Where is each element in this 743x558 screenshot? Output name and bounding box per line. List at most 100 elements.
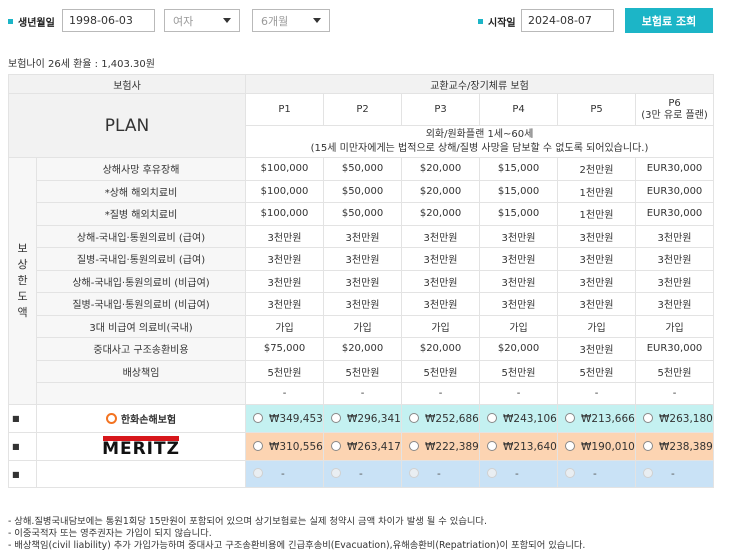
coverage-value: 가입 (323, 314, 403, 338)
coverage-value: $20,000 (401, 179, 481, 203)
coverage-value: $20,000 (401, 202, 481, 226)
insurer-row: ■ - - - - - - (8, 460, 715, 488)
premium-option[interactable]: - (635, 460, 715, 488)
radio-icon[interactable] (565, 440, 576, 451)
insurer-row: ■ 한화손해보험 ₩349,453 ₩296,341 ₩252,686 ₩243,106 ₩… (8, 404, 715, 433)
radio-icon[interactable] (643, 412, 654, 423)
coverage-value: $20,000 (401, 157, 481, 181)
gender-select[interactable]: 여자 (164, 9, 240, 32)
coverage-name: 3대 비급여 의료비(국내) (35, 314, 247, 338)
coverage-value: - (635, 382, 715, 405)
coverage-value: 3천만원 (635, 224, 715, 248)
radio-icon[interactable] (487, 440, 498, 451)
coverage-name: *상해 해외치료비 (35, 179, 247, 203)
coverage-value: $75,000 (245, 337, 325, 361)
insurer-marker: ■ (8, 460, 37, 488)
premium-option[interactable]: ₩349,453 (245, 404, 325, 433)
coverage-value: $20,000 (401, 337, 481, 361)
start-label: 시작일 (478, 14, 516, 29)
premium-option[interactable]: - (557, 460, 637, 488)
premium-value: ₩252,686 (425, 412, 479, 425)
coverage-value: 3천만원 (479, 224, 559, 248)
coverage-row: ------ (9, 382, 715, 405)
premium-value: - (593, 468, 597, 480)
coverage-value: 3천만원 (557, 224, 637, 248)
premium-value: ₩243,106 (503, 412, 557, 425)
birth-date-input[interactable]: 1998-06-03 (62, 9, 155, 32)
radio-icon[interactable] (331, 440, 342, 451)
premium-value: ₩213,640 (503, 440, 557, 453)
coverage-value: 3천만원 (635, 292, 715, 316)
premium-option[interactable]: ₩296,341 (323, 404, 403, 433)
coverage-value: $15,000 (479, 202, 559, 226)
radio-icon[interactable] (487, 468, 498, 478)
plan-header-p1: P1 (245, 93, 325, 126)
coverage-value: 3천만원 (323, 292, 403, 316)
premium-option[interactable]: ₩213,640 (479, 432, 559, 461)
premium-option[interactable]: - (479, 460, 559, 488)
premium-option[interactable]: ₩243,106 (479, 404, 559, 433)
radio-icon[interactable] (409, 440, 420, 451)
premium-option[interactable]: - (245, 460, 325, 488)
coverage-value: 3천만원 (323, 247, 403, 271)
radio-icon[interactable] (487, 412, 498, 423)
coverage-value: 3천만원 (401, 269, 481, 293)
chevron-down-icon (223, 18, 231, 23)
coverage-name: *질병 해외치료비 (35, 202, 247, 226)
premium-value: - (671, 468, 675, 480)
coverage-value: $15,000 (479, 157, 559, 181)
coverage-value: - (245, 382, 325, 405)
coverage-value: 3천만원 (635, 269, 715, 293)
coverage-value: EUR30,000 (635, 179, 715, 203)
coverage-value: 5천만원 (557, 359, 637, 383)
radio-icon[interactable] (643, 468, 654, 478)
coverage-value: 5천만원 (479, 359, 559, 383)
coverage-row: 3대 비급여 의료비(국내) 가입 가입 가입 가입 가입 가입 (9, 314, 715, 338)
footnote: - 배상책임(civil liability) 추가 가입가능하며 중대사고 구… (8, 540, 586, 552)
premium-option[interactable]: ₩263,417 (323, 432, 403, 461)
coverage-value: $100,000 (245, 157, 325, 181)
premium-value: ₩349,453 (269, 412, 323, 425)
radio-icon[interactable] (409, 468, 420, 478)
radio-icon[interactable] (331, 468, 342, 478)
premium-option[interactable]: ₩310,556 (245, 432, 325, 461)
premium-option[interactable]: ₩190,010 (557, 432, 637, 461)
coverage-value: EUR30,000 (635, 157, 715, 181)
premium-option[interactable]: ₩238,389 (635, 432, 715, 461)
coverage-value: - (323, 382, 403, 405)
insurer-row: ■ MERITZ ₩310,556 ₩263,417 ₩222,389 ₩213,640 ₩… (8, 432, 715, 461)
coverage-value: 5천만원 (401, 359, 481, 383)
coverage-name: 질병-국내입·통원의료비 (비급여) (35, 292, 247, 316)
premium-option[interactable]: ₩252,686 (401, 404, 481, 433)
premium-option[interactable]: - (323, 460, 403, 488)
plan-header-p5: P5 (557, 93, 637, 126)
start-date-input[interactable]: 2024-08-07 (521, 9, 614, 32)
bullet-square-icon (478, 19, 483, 24)
radio-icon[interactable] (565, 468, 576, 478)
plan-header-p4: P4 (479, 93, 559, 126)
footnotes: - 상해.질병국내담보에는 통원1회당 15만원이 포함되어 있으며 상기보험료… (8, 516, 585, 553)
premium-option[interactable]: ₩263,180 (635, 404, 715, 433)
radio-icon[interactable] (643, 440, 654, 451)
radio-icon[interactable] (409, 412, 420, 423)
plan-label: PLAN (7, 93, 247, 158)
radio-icon[interactable] (253, 412, 264, 423)
coverage-row: *질병 해외치료비 $100,000 $50,000 $20,000 $15,000 1천… (9, 202, 715, 226)
coverage-value: - (401, 382, 481, 405)
premium-option[interactable]: ₩222,389 (401, 432, 481, 461)
coverage-value: 3천만원 (401, 247, 481, 271)
radio-icon[interactable] (253, 440, 264, 451)
premium-search-button[interactable]: 보험료 조회 (625, 8, 713, 33)
coverage-row: *상해 해외치료비 $100,000 $50,000 $20,000 $15,000 1천… (9, 179, 715, 203)
period-select[interactable]: 6개월 (252, 9, 330, 32)
premium-option[interactable]: - (401, 460, 481, 488)
radio-icon[interactable] (253, 468, 264, 478)
coverage-value: $100,000 (245, 179, 325, 203)
radio-icon[interactable] (331, 412, 342, 423)
premium-option[interactable]: ₩213,666 (557, 404, 637, 433)
premium-value: ₩213,666 (581, 412, 635, 425)
coverage-value: EUR30,000 (635, 202, 715, 226)
product-header: 교환교수/장기체류 보험 (245, 74, 715, 94)
coverage-value: 1천만원 (557, 179, 637, 203)
radio-icon[interactable] (565, 412, 576, 423)
